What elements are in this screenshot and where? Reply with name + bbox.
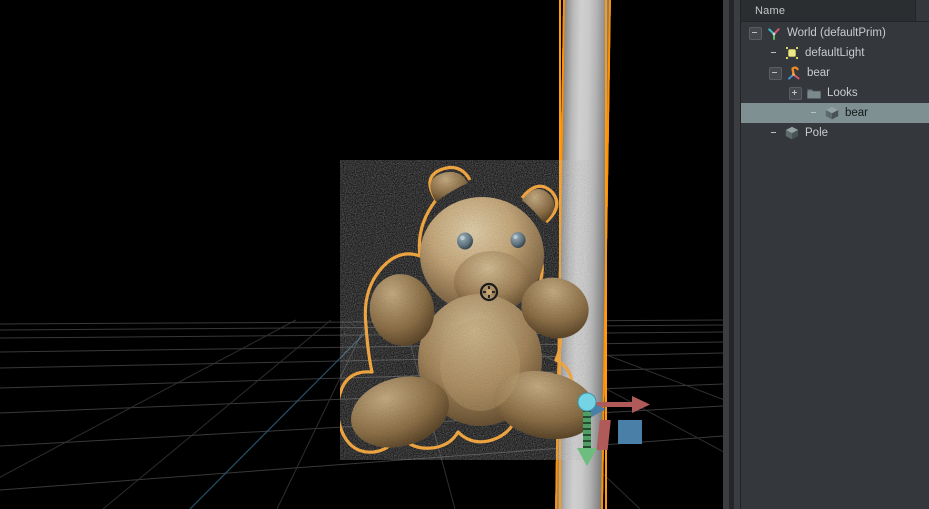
mesh-cube-icon (784, 125, 800, 141)
application-window: Name World (defaultPrim) defaultLight be… (0, 0, 929, 509)
bear-object[interactable] (340, 160, 590, 460)
pivot-marker-icon (479, 282, 499, 302)
stage-tree-row-label: Pole (805, 127, 829, 139)
stage-tree-row[interactable]: bear (741, 63, 929, 83)
stage-tree[interactable]: World (defaultPrim) defaultLight bear Lo… (741, 22, 929, 509)
panel-splitter[interactable] (723, 0, 740, 509)
axes-gizmo-icon (766, 25, 782, 41)
bear-mesh (340, 166, 590, 454)
stage-tree-row[interactable]: Pole (741, 123, 929, 143)
stage-tree-row[interactable]: Looks (741, 83, 929, 103)
stage-tree-row[interactable]: defaultLight (741, 43, 929, 63)
gizmo-center-handle[interactable] (577, 392, 597, 412)
stage-tree-row-label: World (defaultPrim) (787, 27, 886, 39)
stage-tree-row-label: Looks (827, 87, 858, 99)
stage-tree-row[interactable]: World (defaultPrim) (741, 23, 929, 43)
folder-icon (806, 85, 822, 101)
stage-tree-panel: Name World (defaultPrim) defaultLight be… (740, 0, 929, 509)
gizmo-plane-xz[interactable] (596, 420, 611, 450)
twisty-spacer (769, 48, 780, 59)
axes-gizmo-orange-icon (786, 65, 802, 81)
collapse-icon[interactable] (749, 26, 762, 40)
stage-tree-row[interactable]: bear (741, 103, 929, 123)
stage-tree-row-label: bear (845, 107, 869, 119)
light-icon (784, 45, 800, 61)
stage-header: Name (741, 0, 929, 22)
translate-gizmo[interactable] (560, 380, 670, 480)
stage-tree-row-label: bear (807, 67, 831, 79)
twisty-spacer (769, 128, 780, 139)
twisty-spacer (809, 108, 820, 119)
splitter-bar (729, 0, 734, 509)
viewport-3d[interactable] (0, 0, 723, 509)
column-header-name[interactable]: Name (741, 5, 785, 17)
gizmo-plane-xy[interactable] (618, 420, 642, 444)
stage-tree-row-label: defaultLight (805, 47, 865, 59)
mesh-cube-icon (824, 105, 840, 121)
column-header-overflow[interactable] (915, 0, 929, 21)
collapse-icon[interactable] (769, 66, 782, 80)
expand-icon[interactable] (789, 86, 802, 100)
